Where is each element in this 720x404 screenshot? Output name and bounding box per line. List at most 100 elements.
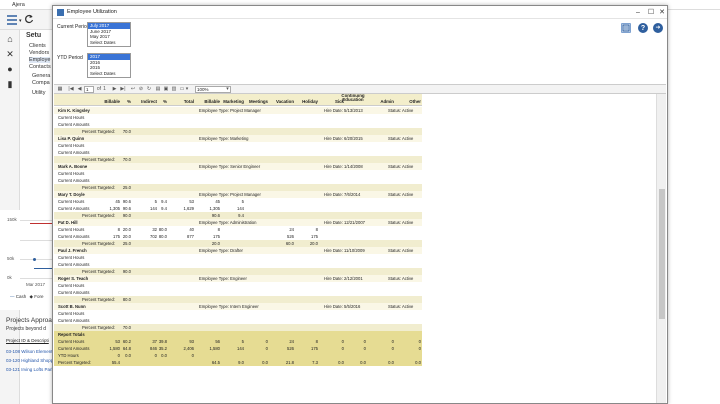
projects-column-header[interactable]: Project ID & Descripti (6, 338, 49, 343)
row-label: Current Amounts (58, 150, 90, 155)
row-label: Current Hours (58, 143, 85, 148)
employee-status: Status: Active (388, 136, 414, 141)
person-icon[interactable]: ● (5, 64, 15, 74)
app-title: Ajera (12, 2, 25, 8)
ytd-period-option[interactable]: Select Dates (88, 71, 130, 77)
column-header-other: Other (409, 99, 421, 104)
legend-fore: Fore (34, 294, 44, 299)
cell-value: 64.8 (122, 346, 131, 351)
cell-value: 0 (265, 346, 268, 351)
first-page-icon[interactable]: |◀ (68, 86, 74, 93)
row-label: YTD Hours (58, 353, 79, 358)
menu-item-contacts[interactable]: Contacts (29, 64, 51, 70)
help-icon[interactable]: ? (638, 23, 648, 33)
employee-row: Roger S. Teach Employee Type: Engineer Hir… (54, 275, 422, 282)
menu-item-company[interactable]: Compa (32, 80, 50, 86)
minimize-icon[interactable]: – (633, 8, 643, 17)
row-label: Percent Targeted: (82, 269, 115, 274)
current-amounts-row: Current Amounts (54, 177, 422, 184)
cell-value: 2,406 (183, 346, 194, 351)
percent-targeted-value: 70.0 (122, 157, 131, 162)
row-label: Current Amounts (58, 122, 90, 127)
back-icon[interactable]: ↩ (130, 86, 136, 93)
percent-targeted-row: Percent Targeted: 25.0 (54, 184, 422, 191)
stop-icon[interactable]: ⊘ (138, 86, 144, 93)
cell-value: 8 (117, 227, 120, 232)
project-link[interactable]: 03-121 Irving Lofts Parkin (6, 367, 57, 372)
maximize-icon[interactable]: ☐ (646, 8, 656, 17)
percent-targeted-row: Percent Targeted: 90.0 (54, 268, 422, 275)
cell-value: 0 (341, 339, 344, 344)
page-count: 1 (103, 86, 106, 92)
print-icon[interactable]: ▤ (155, 86, 161, 93)
dashboard-chart: 150k 50k 0k Mar 2017 — Cash ◆ Fore (0, 210, 52, 310)
hire-date: Hire Date: 2/12/2001 (324, 276, 363, 281)
view-report-button[interactable] (621, 23, 631, 33)
current-period-option[interactable]: Select Dates (88, 40, 130, 46)
row-label: Current Amounts (58, 346, 90, 351)
cell-value: 877 (187, 234, 194, 239)
exit-icon[interactable]: ▮ (5, 79, 15, 89)
menu-item-employees[interactable]: Employe (29, 57, 51, 63)
percent-targeted-row: Percent Targeted: 70.0 (54, 128, 422, 135)
next-page-icon[interactable]: ▶ (112, 86, 117, 93)
row-label: Current Amounts (58, 262, 90, 267)
menu-item-clients[interactable]: Clients (29, 43, 46, 49)
current-amounts-row: Current Amounts (54, 289, 422, 296)
scrollbar-thumb[interactable] (659, 189, 665, 319)
cell-value: 9.4 (238, 213, 244, 218)
print-layout-icon[interactable]: ▣ (163, 86, 169, 93)
export-dropdown-icon[interactable]: ▾ (185, 86, 189, 93)
percent-targeted-value: 80.0 (122, 297, 131, 302)
legend-cash: Cash (15, 294, 27, 299)
cell-value: 55.4 (111, 360, 120, 365)
cell-value: 1,629 (183, 206, 194, 211)
current-period-label: Current Period (57, 24, 90, 30)
last-page-icon[interactable]: ▶| (120, 86, 126, 93)
cell-value: 60.0 (285, 241, 294, 246)
run-report-icon[interactable]: ➜ (653, 23, 663, 33)
previous-page-icon[interactable]: ◀ (77, 86, 82, 93)
current-period-list[interactable]: July 2017 June 2017 May 2017 Select Date… (87, 22, 131, 47)
hire-date: Hire Date: 12/21/2007 (324, 220, 365, 225)
close-icon[interactable]: ✕ (657, 8, 667, 17)
current-amounts-row: Current Amounts 175 20.0 702 80.0 877 175 526 17… (54, 233, 422, 240)
row-label: Current Hours (58, 339, 85, 344)
project-link[interactable]: 03-108 Wilson Elementar (6, 349, 57, 354)
project-link[interactable]: 03-120 Highland Shoppin (6, 358, 57, 363)
window-title: Employee Utilization (67, 9, 117, 15)
report-scrollbar[interactable] (656, 94, 666, 403)
employee-status: Status: Active (388, 304, 414, 309)
employee-name: Scott B. Nunn (58, 304, 86, 309)
percent-targeted-value: 90.0 (122, 269, 131, 274)
page-number-input[interactable]: 1 (84, 86, 94, 93)
cell-value: 53 (115, 339, 120, 344)
ytd-period-list[interactable]: 2017 2016 2015 Select Dates (87, 53, 131, 78)
refresh-report-icon[interactable]: ↻ (146, 86, 152, 93)
tools-icon[interactable]: ✕ (5, 49, 15, 59)
page-setup-icon[interactable]: ▥ (171, 86, 177, 93)
home-icon[interactable]: ⌂ (5, 34, 15, 44)
employee-row: Lisa P. Quinn Employee Type: Marketing Hir… (54, 135, 422, 142)
row-label: Current Amounts (58, 318, 90, 323)
row-label: Current Hours (58, 227, 85, 232)
cell-value: 32 (152, 227, 157, 232)
refresh-icon[interactable] (24, 14, 34, 24)
menu-icon[interactable] (6, 15, 18, 25)
cell-value: 5 (241, 339, 244, 344)
column-header-billable: Billable (104, 99, 120, 104)
cell-value: 0 (391, 339, 394, 344)
dropdown-arrow-icon[interactable]: ▾ (19, 18, 22, 24)
menu-item-general[interactable]: Genera (32, 73, 50, 79)
zoom-dropdown-icon[interactable]: ▾ (225, 86, 230, 93)
row-label: Percent Targeted: (82, 185, 115, 190)
cell-value: 20.0 (309, 241, 318, 246)
cell-value: 0 (391, 346, 394, 351)
employee-row: Mary T. Doyle Employee Type: Project Mana… (54, 191, 422, 198)
menu-item-vendors[interactable]: Vendors (29, 50, 49, 56)
menu-item-utility[interactable]: Utility (32, 90, 45, 96)
cell-value: 8 (315, 339, 318, 344)
cell-value: 0 (363, 346, 366, 351)
expand-icon[interactable]: ▦ (57, 86, 63, 93)
employee-type: Employee Type: Senior Engineer (199, 164, 261, 169)
